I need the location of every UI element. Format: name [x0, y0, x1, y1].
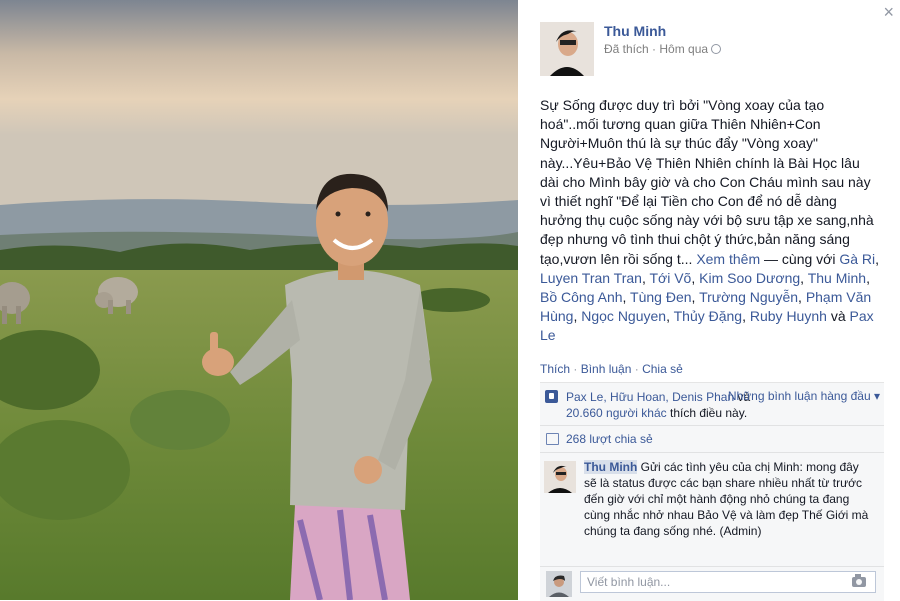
commenter-avatar[interactable]: [544, 461, 576, 493]
share-icon: [546, 433, 559, 445]
post-actions: Thích · Bình luận · Chia sẻ: [540, 362, 683, 376]
tagged-friend-link[interactable]: Ruby Huynh: [750, 308, 827, 324]
close-icon[interactable]: ×: [883, 2, 894, 22]
feedback-area: Pax Le, Hữu Hoan, Denis Phan và 20.660 n…: [540, 382, 884, 581]
author-avatar-image: [540, 22, 594, 76]
like-button[interactable]: Thích: [540, 362, 570, 376]
tagged-friend-link[interactable]: Ngọc Nguyen: [581, 308, 666, 324]
post-text: Sự Sống được duy trì bởi "Vòng xoay của …: [540, 97, 874, 267]
tagged-friend-link[interactable]: Gà Ri: [839, 251, 875, 267]
comment-button[interactable]: Bình luận: [581, 362, 632, 376]
with-prefix: — cùng với: [764, 250, 836, 267]
savanna-photo-illustration: [0, 0, 518, 600]
shares-link[interactable]: 268 lượt chia sẻ: [566, 432, 653, 446]
likes-others-link[interactable]: 20.660 người khác: [566, 406, 667, 420]
viewer-avatar-image: [546, 571, 572, 597]
and-word: và: [830, 308, 846, 325]
liked-status[interactable]: Đã thích: [604, 42, 649, 56]
thumbs-up-icon: [545, 390, 558, 403]
action-separator: ·: [570, 362, 581, 376]
tagged-friend-link[interactable]: Tùng Đen: [630, 289, 691, 305]
liker-names-2[interactable]: Denis Phan: [672, 390, 734, 404]
share-button[interactable]: Chia sẻ: [642, 362, 683, 376]
comment-author-link[interactable]: Thu Minh: [584, 460, 638, 474]
see-more-link[interactable]: Xem thêm: [696, 251, 760, 267]
post-message: Sự Sống được duy trì bởi "Vòng xoay của …: [540, 96, 880, 346]
tagged-friend-link[interactable]: Kim Soo Dương: [699, 270, 800, 286]
shares-summary: 268 lượt chia sẻ: [540, 426, 884, 453]
action-separator: ·: [631, 362, 643, 376]
tagged-friend-link[interactable]: Trường Nguyễn: [699, 289, 798, 305]
globe-icon: [711, 44, 722, 54]
post-photo[interactable]: [0, 0, 518, 600]
comment-item: Thu Minh Gửi các tình yêu của chị Minh: …: [540, 453, 884, 581]
write-comment-row: [540, 566, 884, 601]
post-time[interactable]: Hôm qua: [659, 42, 708, 56]
commenter-avatar-image: [544, 461, 576, 493]
top-comments-dropdown[interactable]: Những bình luận hàng đầu ▾: [728, 389, 880, 403]
likes-summary: Pax Le, Hữu Hoan, Denis Phan và 20.660 n…: [540, 383, 884, 426]
post-author-link[interactable]: Thu Minh: [604, 23, 666, 39]
post-detail-panel: × Thu Minh Đã thích · Hôm qua Sự Sống đư…: [518, 0, 900, 601]
tagged-friend-link[interactable]: Luyen Tran Tran: [540, 270, 642, 286]
author-avatar[interactable]: [540, 22, 594, 76]
camera-icon[interactable]: [852, 574, 866, 587]
viewer-avatar: [546, 571, 572, 597]
comment-body: Thu Minh Gửi các tình yêu của chị Minh: …: [584, 459, 874, 539]
comment-input[interactable]: [580, 571, 876, 593]
likes-suffix: thích điều này.: [669, 406, 748, 420]
post-meta: Đã thích · Hôm qua: [604, 42, 722, 56]
tagged-friend-link[interactable]: Bồ Công Anh: [540, 289, 623, 305]
meta-separator: ·: [648, 42, 660, 56]
liker-names[interactable]: Pax Le, Hữu Hoan,: [566, 390, 669, 404]
tagged-friend-link[interactable]: Tới Võ: [649, 270, 691, 286]
tagged-friend-link[interactable]: Thủy Đặng: [674, 308, 742, 324]
tagged-friend-link[interactable]: Thu Minh: [808, 270, 866, 286]
